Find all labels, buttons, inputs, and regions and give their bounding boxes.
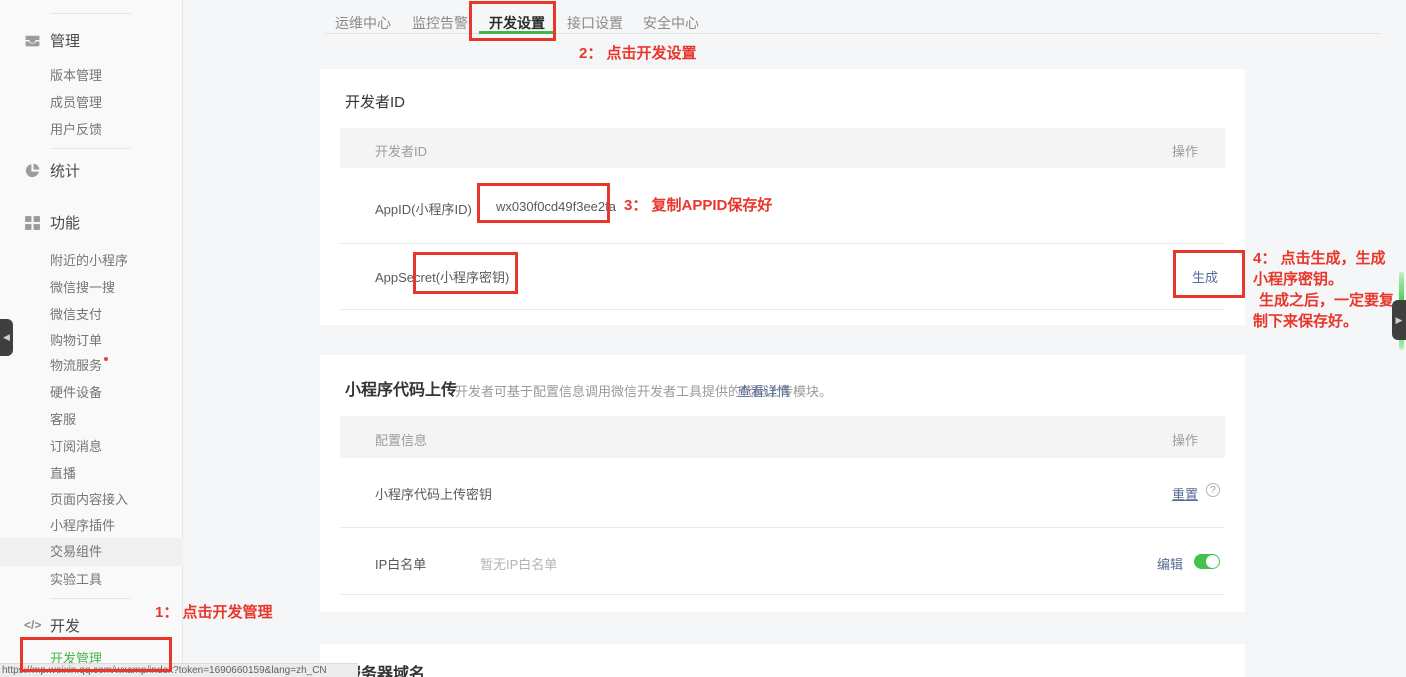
annotation-step1: 1： 点击开发管理 xyxy=(155,601,273,622)
code-upload-title: 小程序代码上传 xyxy=(345,376,457,400)
sidebar-divider xyxy=(50,598,131,599)
annotation-box-step1 xyxy=(20,637,172,672)
toggle-knob xyxy=(1206,555,1219,568)
collapse-right-handle[interactable]: ▶ xyxy=(1392,300,1406,340)
sidebar-item-trade-component[interactable]: 交易组件 xyxy=(0,538,183,566)
pie-chart-icon xyxy=(24,162,41,179)
sidebar-item-nearby[interactable]: 附近的小程序 xyxy=(0,247,183,274)
developer-id-table-header: 开发者ID 操作 xyxy=(340,128,1225,168)
sidebar-section-label: 管理 xyxy=(50,30,80,51)
sidebar-divider xyxy=(50,148,131,149)
sidebar-item-pay[interactable]: 微信支付 xyxy=(0,301,183,328)
sidebar-divider xyxy=(50,13,131,14)
chevron-right-icon: ▶ xyxy=(1396,315,1403,326)
chevron-left-icon: ◀ xyxy=(3,332,10,343)
sidebar-item-live[interactable]: 直播 xyxy=(0,460,183,487)
sidebar-item-orders[interactable]: 购物订单 xyxy=(0,327,183,354)
sidebar-item-logistics[interactable]: 物流服务 xyxy=(0,352,183,379)
sidebar-item-subscribe[interactable]: 订阅消息 xyxy=(0,433,183,460)
row-divider xyxy=(340,243,1225,244)
developer-id-title: 开发者ID xyxy=(345,91,405,112)
grid-icon xyxy=(24,214,41,231)
annotation-box-step2 xyxy=(469,1,556,41)
appid-label: AppID(小程序ID) xyxy=(375,199,472,218)
row-divider xyxy=(340,309,1225,310)
collapse-left-handle[interactable]: ◀ xyxy=(0,319,13,356)
upload-key-label: 小程序代码上传密钥 xyxy=(375,484,492,503)
column-header-action: 操作 xyxy=(1172,430,1198,449)
wechat-mp-dev-settings-page: { "tabs": { "items": [ {"label": "运维中心"}… xyxy=(0,0,1406,677)
sidebar-section-features[interactable]: 功能 xyxy=(0,207,183,237)
annotation-step4-line: 制下来保存好。 xyxy=(1253,311,1394,332)
column-header: 配置信息 xyxy=(375,430,427,449)
sidebar-section-manage[interactable]: 管理 xyxy=(0,25,183,55)
inbox-icon xyxy=(24,32,41,49)
server-domain-card: 服务器域名 xyxy=(320,644,1245,677)
edit-button[interactable]: 编辑 xyxy=(1157,554,1183,573)
sidebar: 管理 版本管理 成员管理 用户反馈 统计 功能 附近的小程序 微信搜一搜 微信支… xyxy=(0,0,183,677)
annotation-step2: 2： 点击开发设置 xyxy=(579,42,697,63)
view-details-link[interactable]: 查看详情 xyxy=(738,381,790,400)
ip-whitelist-value: 暂无IP白名单 xyxy=(480,554,557,573)
sidebar-item-plugin[interactable]: 小程序插件 xyxy=(0,512,183,539)
row-divider xyxy=(340,594,1225,595)
annotation-step4-line: 4： 点击生成，生成 xyxy=(1253,248,1394,269)
sidebar-item-version[interactable]: 版本管理 xyxy=(0,62,183,89)
ip-whitelist-label: IP白名单 xyxy=(375,554,426,573)
code-upload-card: 小程序代码上传 开发者可基于配置信息调用微信开发者工具提供的代码上传模块。 查看… xyxy=(320,355,1245,612)
tab-security-center[interactable]: 安全中心 xyxy=(643,13,699,33)
new-badge-dot xyxy=(104,357,108,361)
annotation-step4-line: 小程序密钥。 xyxy=(1253,269,1394,290)
annotation-box-step3 xyxy=(477,183,610,223)
annotation-step3: 3： 复制APPID保存好 xyxy=(624,194,772,215)
sidebar-section-label: 开发 xyxy=(50,615,80,636)
column-header: 开发者ID xyxy=(375,141,427,160)
row-divider xyxy=(340,527,1225,528)
sidebar-section-stats[interactable]: 统计 xyxy=(0,155,183,185)
sidebar-section-label: 功能 xyxy=(50,212,80,233)
annotation-step4-line: 生成之后，一定要复 xyxy=(1253,290,1394,311)
annotation-step4: 4： 点击生成，生成 小程序密钥。 生成之后，一定要复 制下来保存好。 xyxy=(1253,248,1394,332)
annotation-box-appsecret xyxy=(413,252,518,294)
column-header-action: 操作 xyxy=(1172,141,1198,160)
sidebar-item-page-content[interactable]: 页面内容接入 xyxy=(0,486,183,513)
sidebar-item-feedback[interactable]: 用户反馈 xyxy=(0,116,183,143)
code-upload-table-header: 配置信息 操作 xyxy=(340,416,1225,458)
sidebar-item-search[interactable]: 微信搜一搜 xyxy=(0,274,183,301)
tab-api-settings[interactable]: 接口设置 xyxy=(567,13,623,33)
ip-whitelist-toggle[interactable] xyxy=(1194,554,1220,569)
question-circle-icon[interactable]: ? xyxy=(1206,483,1220,497)
annotation-box-generate xyxy=(1173,250,1245,298)
tab-monitor-alert[interactable]: 监控告警 xyxy=(412,13,468,33)
code-icon: </> xyxy=(24,618,41,632)
sidebar-item-members[interactable]: 成员管理 xyxy=(0,89,183,116)
sidebar-item-lab-tools[interactable]: 实验工具 xyxy=(0,566,183,593)
sidebar-section-label: 统计 xyxy=(50,160,80,181)
sidebar-item-service[interactable]: 客服 xyxy=(0,406,183,433)
tab-ops-center[interactable]: 运维中心 xyxy=(335,13,391,33)
reset-button[interactable]: 重置 xyxy=(1172,484,1198,503)
sidebar-item-hardware[interactable]: 硬件设备 xyxy=(0,379,183,406)
